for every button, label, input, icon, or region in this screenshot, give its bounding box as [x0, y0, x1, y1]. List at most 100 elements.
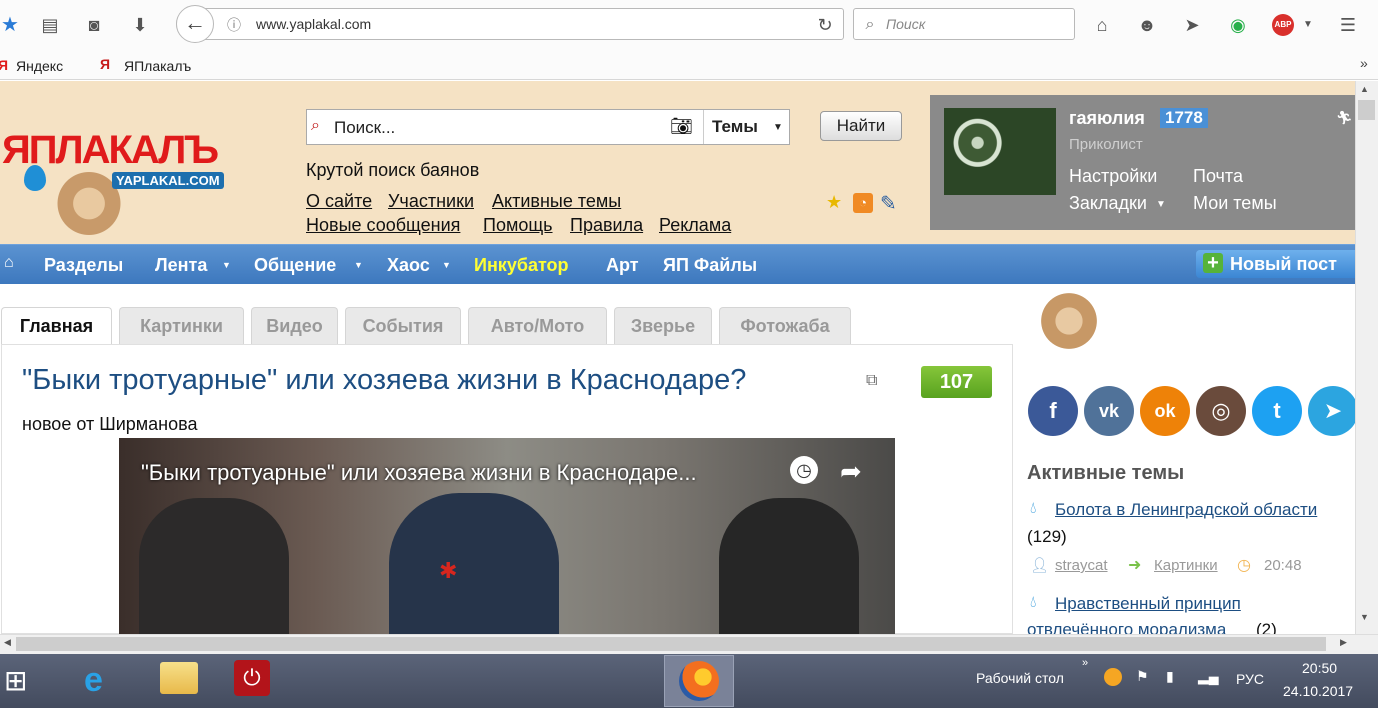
- star-bookmark-icon[interactable]: ★: [0, 13, 22, 37]
- reading-list-icon[interactable]: ▤: [38, 13, 62, 37]
- nav-sections[interactable]: Разделы: [44, 255, 123, 276]
- horizontal-scrollbar-thumb[interactable]: [16, 637, 1326, 651]
- facebook-icon[interactable]: f: [1028, 386, 1078, 436]
- instagram-icon[interactable]: ◎: [1196, 386, 1246, 436]
- watch-later-icon[interactable]: ◷: [790, 456, 818, 484]
- menu-icon[interactable]: ☰: [1336, 13, 1360, 37]
- link-my-topics[interactable]: Мои темы: [1193, 193, 1277, 214]
- clock-time[interactable]: 20:50: [1302, 660, 1337, 676]
- active-topic-link-continued[interactable]: отвлечённого морализма: [1027, 620, 1226, 634]
- url-text[interactable]: www.yaplakal.com: [256, 16, 371, 32]
- pocket-icon[interactable]: ◙: [82, 13, 106, 37]
- link-help[interactable]: Помощь: [483, 215, 553, 236]
- twitter-icon[interactable]: t: [1252, 386, 1302, 436]
- link-active-topics[interactable]: Активные темы: [492, 191, 621, 212]
- topic-author[interactable]: straycat: [1055, 557, 1108, 574]
- nav-communication[interactable]: Общение: [254, 255, 336, 276]
- yaplakal-favicon-icon: Я: [100, 56, 111, 72]
- back-button[interactable]: ←: [176, 5, 214, 43]
- overflow-chevron-icon[interactable]: »: [1082, 657, 1088, 669]
- clock-date[interactable]: 24.10.2017: [1283, 683, 1353, 699]
- odnoklassniki-icon[interactable]: ok: [1140, 386, 1190, 436]
- pencil-icon[interactable]: ✎: [880, 191, 897, 216]
- adblock-icon[interactable]: ABP: [1272, 14, 1294, 36]
- tab-animals[interactable]: Зверье: [614, 307, 712, 344]
- vertical-scrollbar-thumb[interactable]: [1358, 100, 1375, 120]
- search-scope-select[interactable]: Темы: [712, 117, 758, 137]
- chevron-down-icon: ▼: [442, 260, 451, 270]
- bookmark-yandex[interactable]: Яндекс: [16, 58, 63, 74]
- link-new-messages[interactable]: Новые сообщения: [306, 215, 460, 236]
- site-search-placeholder[interactable]: Поиск...: [334, 118, 395, 138]
- video-title[interactable]: "Быки тротуарные" или хозяева жизни в Кр…: [141, 460, 697, 486]
- flag-icon[interactable]: ⚑: [1136, 668, 1149, 685]
- tab-pictures[interactable]: Картинки: [119, 307, 244, 344]
- link-members[interactable]: Участники: [388, 191, 474, 212]
- rss-icon[interactable]: ◔: [853, 193, 873, 213]
- smiley-icon[interactable]: ☻: [1135, 13, 1159, 37]
- yandex-icon: Я: [0, 57, 9, 73]
- camera-icon[interactable]: 📷︎: [670, 116, 693, 137]
- avatar[interactable]: [944, 108, 1056, 195]
- power-app-icon[interactable]: ⏻: [234, 660, 270, 696]
- telegram-icon[interactable]: ➤: [1308, 386, 1358, 436]
- share-icon[interactable]: ➦: [840, 456, 862, 487]
- active-topic-link[interactable]: Болота в Ленинградской области: [1055, 500, 1317, 520]
- bookmark-yaplakal[interactable]: ЯПлакалъ: [124, 58, 191, 74]
- tray-app-icon[interactable]: [1104, 668, 1122, 686]
- link-bookmarks[interactable]: Закладки: [1069, 193, 1147, 214]
- grammarly-icon[interactable]: ◉: [1226, 13, 1250, 37]
- internet-explorer-icon[interactable]: e: [84, 661, 103, 700]
- active-topic-link[interactable]: Нравственный принцип: [1055, 594, 1241, 614]
- tab-events[interactable]: События: [345, 307, 461, 344]
- tab-auto-moto[interactable]: Авто/Мото: [468, 307, 607, 344]
- post-title[interactable]: "Быки тротуарные" или хозяева жизни в Кр…: [22, 364, 746, 397]
- topic-section[interactable]: Картинки: [1154, 557, 1218, 574]
- link-settings[interactable]: Настройки: [1069, 166, 1157, 187]
- active-topic-count: (2): [1256, 620, 1277, 634]
- scroll-up-icon[interactable]: ▲: [1360, 84, 1369, 94]
- file-explorer-icon[interactable]: [160, 662, 198, 694]
- tab-photoshop[interactable]: Фотожаба: [719, 307, 851, 344]
- logout-icon[interactable]: 🏃︎: [1336, 110, 1353, 126]
- active-topic-count: (129): [1027, 527, 1067, 546]
- link-about[interactable]: О сайте: [306, 191, 372, 212]
- link-ads[interactable]: Реклама: [659, 215, 731, 236]
- nav-art[interactable]: Арт: [606, 255, 639, 276]
- battery-icon[interactable]: ▮: [1166, 668, 1174, 685]
- windows-start-icon[interactable]: ⊞: [4, 664, 27, 697]
- open-new-window-icon[interactable]: ⧉: [866, 372, 877, 390]
- browser-search-placeholder[interactable]: Поиск: [886, 16, 925, 32]
- signal-icon[interactable]: ▂▄: [1198, 668, 1219, 685]
- adblock-dropdown-icon[interactable]: ▼: [1296, 13, 1320, 37]
- home-icon[interactable]: ⌂: [4, 254, 14, 272]
- download-icon[interactable]: ⬇: [128, 13, 152, 37]
- star-plus-icon[interactable]: ★: [826, 192, 842, 213]
- tab-video[interactable]: Видео: [251, 307, 338, 344]
- link-mail[interactable]: Почта: [1193, 166, 1243, 187]
- reload-icon[interactable]: ↻: [813, 13, 837, 37]
- post-rating-badge[interactable]: 107: [921, 366, 992, 398]
- find-button[interactable]: Найти: [820, 111, 902, 141]
- send-icon[interactable]: ➤: [1180, 13, 1204, 37]
- info-icon[interactable]: ⓘ: [222, 13, 246, 37]
- language-indicator[interactable]: РУС: [1236, 671, 1264, 687]
- scroll-left-icon[interactable]: ◀: [4, 637, 11, 648]
- search-icon: ⌕: [311, 117, 320, 134]
- scroll-right-icon[interactable]: ▶: [1340, 637, 1347, 648]
- scroll-down-icon[interactable]: ▼: [1360, 612, 1369, 622]
- username[interactable]: гаяюлия: [1069, 108, 1145, 129]
- chevron-down-icon: ▼: [773, 122, 783, 133]
- vk-icon[interactable]: vk: [1084, 386, 1134, 436]
- bookmarks-overflow-icon[interactable]: »: [1360, 55, 1368, 71]
- nav-chaos[interactable]: Хаос: [387, 255, 430, 276]
- link-rules[interactable]: Правила: [570, 215, 643, 236]
- home-icon[interactable]: ⌂: [1090, 13, 1114, 37]
- nav-incubator[interactable]: Инкубатор: [474, 255, 569, 276]
- tab-main[interactable]: Главная: [1, 307, 112, 345]
- firefox-icon[interactable]: [679, 661, 719, 701]
- vertical-scrollbar[interactable]: [1355, 81, 1378, 634]
- nav-feed[interactable]: Лента: [155, 255, 207, 276]
- nav-files[interactable]: ЯП Файлы: [663, 255, 757, 276]
- desktop-toolbar-label[interactable]: Рабочий стол: [976, 670, 1064, 686]
